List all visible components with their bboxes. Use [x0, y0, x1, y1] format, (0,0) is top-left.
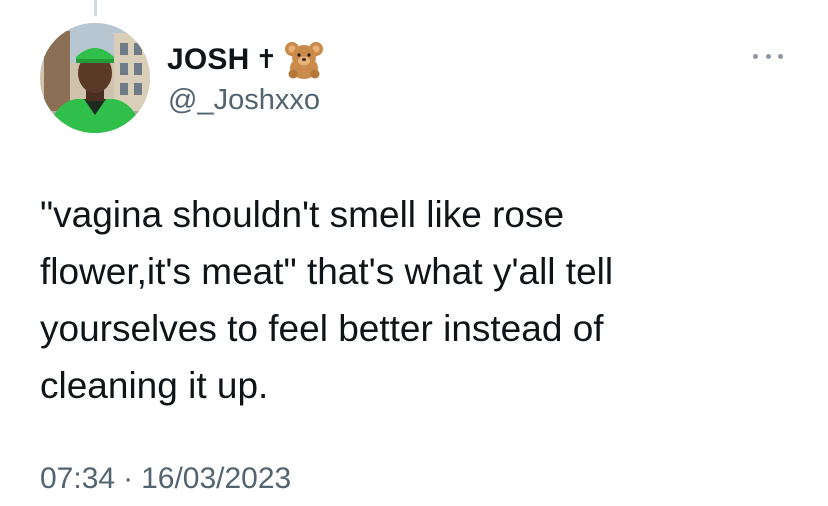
tweet-timestamp: 07:34 · 16/03/2023 [40, 462, 291, 496]
author-display-name[interactable]: JOSH [167, 43, 250, 77]
more-dot [765, 53, 771, 59]
teddy-bear-icon [283, 40, 325, 80]
meta-separator: · [123, 462, 134, 495]
more-dot [778, 53, 783, 59]
avatar[interactable] [40, 23, 150, 133]
tweet-time[interactable]: 07:34 [40, 462, 115, 496]
more-options-icon[interactable] [753, 50, 783, 62]
more-dot [753, 53, 758, 59]
avatar-photo [40, 23, 150, 133]
tweet-text: "vagina shouldn't smell like rose flower… [40, 194, 614, 406]
cross-icon: ✝ [255, 45, 278, 75]
tweet-date[interactable]: 16/03/2023 [141, 462, 291, 496]
author-name-row[interactable]: JOSH ✝ [167, 40, 325, 80]
thread-connector-line [94, 0, 97, 16]
author-handle[interactable]: @_Joshxxo [168, 84, 320, 117]
